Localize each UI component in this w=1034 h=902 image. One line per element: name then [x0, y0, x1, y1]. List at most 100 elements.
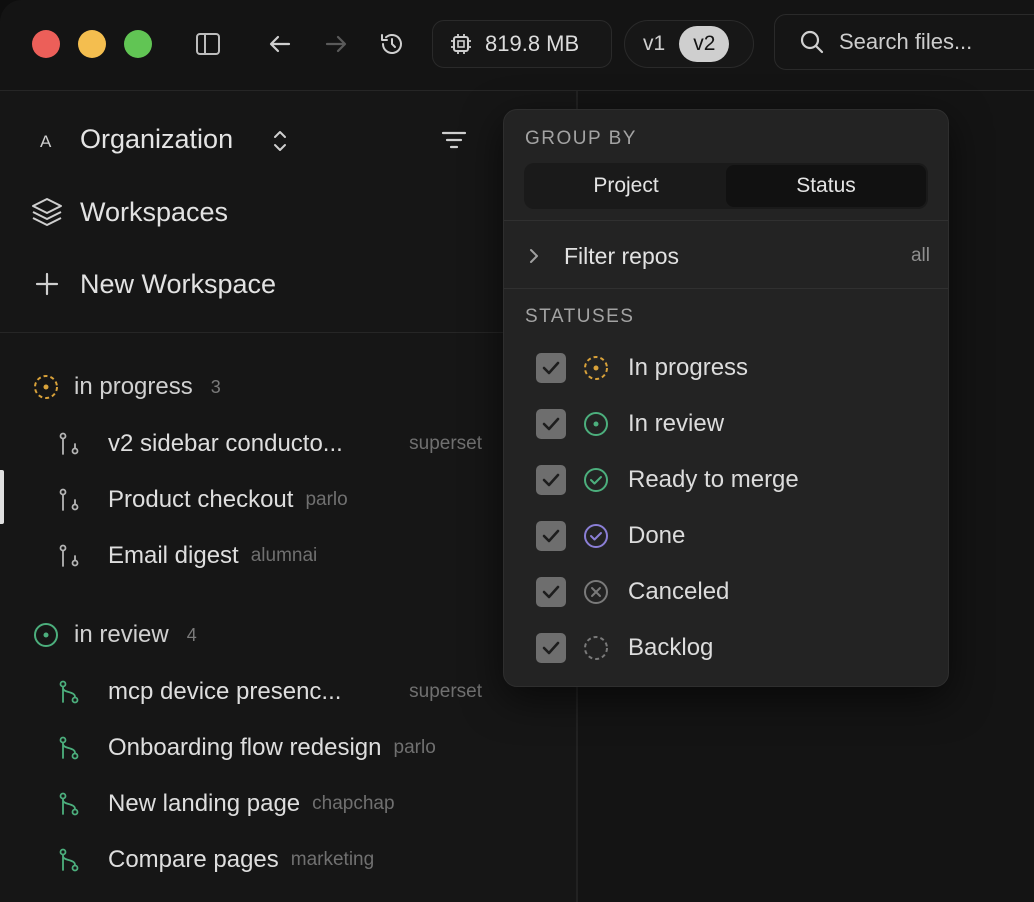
- org-switcher[interactable]: Organization: [80, 124, 233, 155]
- memory-value: 819.8 MB: [485, 31, 580, 56]
- git-pull-request-icon: [54, 789, 84, 819]
- status-checkbox[interactable]: [536, 409, 566, 439]
- workspace-name: New landing page: [108, 790, 301, 817]
- checkmark-icon: [542, 641, 560, 655]
- title-bar: 819.8 MB v1 v2 Search files...: [0, 0, 1034, 91]
- search-icon: [800, 30, 824, 54]
- workspace-repo: superset: [409, 433, 482, 454]
- group-header-in-review[interactable]: in review 4: [32, 618, 197, 652]
- status-row-in-review[interactable]: In review: [536, 404, 936, 444]
- filter-repos-label: Filter repos: [564, 242, 680, 269]
- popover-separator: [504, 288, 948, 289]
- workspace-item[interactable]: mcp device presenc... superset: [54, 672, 494, 712]
- ready-to-merge-icon: [582, 466, 610, 494]
- git-pull-request-icon: [54, 677, 84, 707]
- nav-new-workspace[interactable]: New Workspace: [30, 262, 276, 306]
- done-icon: [582, 522, 610, 550]
- layers-icon: [32, 198, 62, 226]
- git-pull-request-icon: [54, 733, 84, 763]
- zoom-window-button[interactable]: [124, 30, 152, 58]
- statuses-title: STATUSES: [525, 306, 635, 327]
- back-arrow-icon[interactable]: [260, 24, 300, 64]
- backlog-icon: [582, 634, 610, 662]
- status-checkbox[interactable]: [536, 577, 566, 607]
- git-branch-icon: [54, 429, 84, 459]
- group-by-project-button[interactable]: Project: [526, 165, 726, 207]
- filter-lines-icon[interactable]: [434, 120, 474, 160]
- status-row-in-progress[interactable]: In progress: [536, 348, 936, 388]
- workspace-repo: parlo: [393, 737, 436, 758]
- nav-workspaces[interactable]: Workspaces: [30, 190, 228, 234]
- status-label: Ready to merge: [628, 466, 799, 493]
- group-filter-popover: GROUP BY Project Status Filter repos all…: [503, 109, 949, 687]
- app-window: 819.8 MB v1 v2 Search files... A Organiz…: [0, 0, 1034, 902]
- in-progress-icon: [34, 375, 58, 399]
- sidebar-edge-handle[interactable]: [0, 470, 4, 524]
- status-label: In progress: [628, 354, 749, 381]
- checkmark-icon: [542, 417, 560, 431]
- workspace-item[interactable]: v2 sidebar conducto... superset: [54, 424, 494, 464]
- status-row-ready-to-merge[interactable]: Ready to merge: [536, 460, 936, 500]
- memory-usage-pill[interactable]: 819.8 MB: [432, 20, 612, 68]
- popover-separator: [504, 220, 948, 221]
- git-branch-icon: [54, 541, 84, 571]
- history-icon[interactable]: [372, 24, 412, 64]
- workspace-name: Onboarding flow redesign: [108, 734, 382, 761]
- nav-workspaces-label: Workspaces: [80, 196, 229, 227]
- checkmark-icon: [542, 585, 560, 599]
- minimize-window-button[interactable]: [78, 30, 106, 58]
- status-row-backlog[interactable]: Backlog: [536, 628, 936, 668]
- workspace-name: Product checkout: [108, 486, 294, 513]
- status-label: Canceled: [628, 578, 730, 605]
- filter-repos-value: all: [910, 245, 930, 266]
- org-avatar-letter: A: [40, 132, 52, 151]
- cpu-chip-icon: [451, 34, 471, 54]
- status-label: Backlog: [628, 634, 714, 661]
- sidebar-separator: [0, 332, 576, 333]
- in-review-icon: [582, 410, 610, 438]
- status-row-done[interactable]: Done: [536, 516, 936, 556]
- workspace-item[interactable]: New landing page chapchap: [54, 784, 494, 824]
- workspace-item[interactable]: Product checkout parlo: [54, 480, 494, 520]
- status-row-canceled[interactable]: Canceled: [536, 572, 936, 612]
- checkmark-icon: [542, 529, 560, 543]
- group-header-in-progress[interactable]: in progress 3: [32, 370, 221, 404]
- version-v1-toggle[interactable]: v1: [643, 32, 665, 56]
- workspace-name: Compare pages: [108, 846, 279, 873]
- group-by-segmented-control: Project Status: [524, 163, 928, 209]
- workspace-repo: marketing: [290, 849, 375, 870]
- group-count: 4: [186, 624, 197, 645]
- workspace-repo: chapchap: [312, 793, 395, 814]
- workspace-item[interactable]: Compare pages marketing: [54, 840, 494, 880]
- status-checkbox[interactable]: [536, 465, 566, 495]
- search-placeholder: Search files...: [839, 29, 973, 54]
- group-label: in review: [74, 621, 169, 648]
- chevron-up-down-icon[interactable]: [270, 128, 290, 154]
- checkmark-icon: [542, 473, 560, 487]
- status-checkbox[interactable]: [536, 353, 566, 383]
- version-v2-toggle[interactable]: v2: [679, 26, 730, 62]
- git-branch-icon: [54, 485, 84, 515]
- forward-arrow-icon[interactable]: [316, 24, 356, 64]
- workspace-repo: superset: [409, 681, 482, 702]
- sidebar-toggle-icon[interactable]: [188, 24, 228, 64]
- in-review-icon: [34, 623, 58, 647]
- nav-new-workspace-label: New Workspace: [80, 268, 277, 299]
- status-checkbox[interactable]: [536, 633, 566, 663]
- close-window-button[interactable]: [32, 30, 60, 58]
- git-pull-request-icon: [54, 845, 84, 875]
- canceled-icon: [582, 578, 610, 606]
- filter-repos-row[interactable]: Filter repos all: [526, 238, 930, 274]
- workspace-item[interactable]: Email digest alumnai: [54, 536, 494, 576]
- group-by-status-button[interactable]: Status: [726, 165, 926, 207]
- workspace-item[interactable]: Onboarding flow redesign parlo: [54, 728, 494, 768]
- search-files-input[interactable]: Search files...: [774, 14, 1034, 70]
- status-label: In review: [628, 410, 725, 437]
- status-label: Done: [628, 522, 686, 549]
- chevron-right-icon: [530, 249, 538, 263]
- in-progress-icon: [582, 354, 610, 382]
- group-label: in progress: [74, 373, 193, 400]
- status-checkbox[interactable]: [536, 521, 566, 551]
- group-count: 3: [210, 376, 221, 397]
- group-by-title: GROUP BY: [525, 128, 637, 149]
